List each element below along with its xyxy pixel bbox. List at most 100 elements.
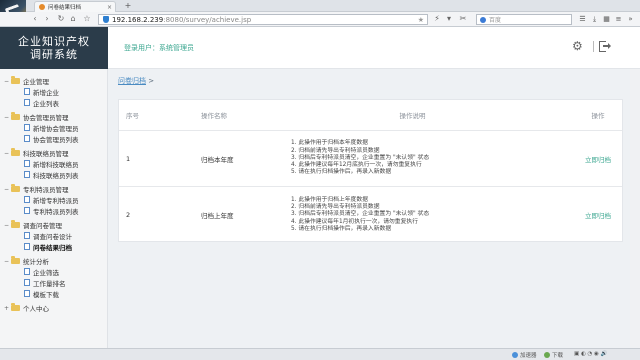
- sidebar-item-association-admin-list[interactable]: 协会管理员列表: [0, 133, 107, 144]
- download-icon[interactable]: ⤓: [590, 15, 599, 24]
- page-favicon-icon: [39, 4, 45, 10]
- search-input[interactable]: 百度: [476, 14, 572, 25]
- sidebar-item-enterprise-list[interactable]: 企业列表: [0, 97, 107, 108]
- header-no: 序号: [126, 112, 139, 120]
- sidebar-group-header[interactable]: − 科技联络员管理: [0, 148, 107, 158]
- page-icon: [24, 268, 30, 275]
- lightning-icon[interactable]: ⚡: [432, 14, 442, 24]
- page-icon: [24, 88, 30, 95]
- search-engine-icon: [480, 16, 486, 23]
- header-desc: 操作说明: [399, 112, 426, 120]
- page-icon: [24, 99, 30, 106]
- table-header: 序号 操作名称 操作说明 操作: [119, 100, 622, 131]
- desc-line: 1. 此操作用于归档本年度数据: [291, 140, 368, 147]
- breadcrumb-link-archive[interactable]: 问卷归档: [118, 77, 146, 85]
- desc-line: 5. 请在执行归档操作后，再录入新数据: [291, 169, 392, 176]
- row-desc: 1. 此操作用于归档上年度数据 2. 归档前请先导出专利特派员数据 3. 归档后…: [271, 197, 574, 233]
- folder-icon: [11, 256, 20, 264]
- sidebar-item-patent-commissioner-list[interactable]: 专利特派员列表: [0, 205, 107, 216]
- sidebar-group-association: − 协会管理员管理 新增协会管理员 协会管理员列表: [0, 112, 107, 144]
- login-user-label: 登录用户：系统管理员: [124, 44, 194, 52]
- header-name: 操作名称: [201, 112, 227, 120]
- sidebar-group-header[interactable]: − 企业管理: [0, 76, 107, 86]
- desc-line: 3. 归档后专利特派员清空，企业重置为 "未认领" 状态: [291, 154, 430, 161]
- collapse-icon[interactable]: −: [4, 258, 9, 265]
- sidebar-item-survey-design[interactable]: 调查问卷设计: [0, 230, 107, 241]
- sidebar-item-liaison-list[interactable]: 科技联络员列表: [0, 169, 107, 180]
- desc-line: 4. 此操作建议每年1月初执行一次，请勿重复执行: [291, 218, 418, 225]
- dropdown-icon[interactable]: ▾: [444, 14, 454, 24]
- home-icon[interactable]: ⌂: [68, 14, 78, 24]
- app-brand: 企业知识产权 调研系统: [0, 27, 108, 69]
- reload-icon[interactable]: ↻: [56, 14, 66, 24]
- sidebar-group-header[interactable]: − 调查问卷管理: [0, 220, 107, 230]
- sidebar-item-new-association-admin[interactable]: 新增协会管理员: [0, 122, 107, 133]
- sidebar-group-header[interactable]: − 专利特派员管理: [0, 184, 107, 194]
- sidebar-group-statistics: − 统计分析 企业筛选 工作量排名 模板下载: [0, 256, 107, 299]
- cut-icon[interactable]: ✂: [458, 14, 468, 24]
- apps-icon[interactable]: ▦: [602, 15, 611, 24]
- search-placeholder: 百度: [489, 17, 502, 24]
- sidebar-group-liaison: − 科技联络员管理 新增科技联络员 科技联络员列表: [0, 148, 107, 180]
- menu-icon[interactable]: ☰: [578, 15, 587, 24]
- sidebar-item-survey-archive[interactable]: 问卷结果归档: [0, 241, 107, 252]
- desc-line: 3. 归档后专利特派员清空，企业重置为 "未认领" 状态: [291, 211, 430, 218]
- settings-menu-icon[interactable]: ≡: [614, 15, 623, 24]
- sidebar-item-new-patent-commissioner[interactable]: 新增专利特派员: [0, 194, 107, 205]
- page-icon: [24, 207, 30, 214]
- download-item[interactable]: 下载: [544, 351, 563, 359]
- sidebar-item-enterprise-filter[interactable]: 企业筛选: [0, 266, 107, 277]
- collapse-icon[interactable]: −: [4, 114, 9, 121]
- accelerator-item[interactable]: 加速器: [512, 351, 537, 359]
- url-text[interactable]: 192.168.2.239:8080/survey/achieve.jsp: [112, 16, 415, 24]
- back-icon[interactable]: ‹: [30, 14, 40, 24]
- sidebar-group-header[interactable]: − 统计分析: [0, 256, 107, 266]
- table-row: 1 归档本年度 1. 此操作用于归档本年度数据 2. 归档前请先导出专利特派员数…: [119, 131, 622, 187]
- page-icon: [24, 196, 30, 203]
- folder-icon: [11, 303, 20, 311]
- sidebar-item-template-download[interactable]: 模板下载: [0, 288, 107, 299]
- row-desc: 1. 此操作用于归档本年度数据 2. 归档前请先导出专利特派员数据 3. 归档后…: [271, 140, 574, 176]
- expand-icon[interactable]: +: [4, 305, 9, 312]
- bookmark-icon[interactable]: ★: [418, 16, 427, 24]
- page-scrollbar[interactable]: [630, 69, 640, 348]
- sidebar-group-header[interactable]: − 协会管理员管理: [0, 112, 107, 122]
- browser-statusbar: 加速器 下载 ▣ ◐ ◔ ◉ 🔊: [0, 348, 640, 360]
- browser-tabbar: 问卷结果归档 × +: [0, 0, 640, 12]
- archive-now-button[interactable]: 立即归档: [585, 212, 611, 220]
- page-icon: [24, 279, 30, 286]
- collapse-icon[interactable]: −: [4, 150, 9, 157]
- page-icon: [24, 160, 30, 167]
- folder-icon: [11, 220, 20, 228]
- sidebar: − 企业管理 新增企业 企业列表 − 协会管理员管理 新增协会管理员 协会管理员列表…: [0, 69, 108, 348]
- page-icon: [24, 243, 30, 250]
- close-tab-icon[interactable]: ×: [107, 4, 115, 11]
- security-shield-icon: [103, 16, 109, 23]
- sidebar-group-patent-commissioner: − 专利特派员管理 新增专利特派员 专利特派员列表: [0, 184, 107, 216]
- gear-icon[interactable]: ⚙: [572, 40, 584, 52]
- sidebar-item-new-liaison[interactable]: 新增科技联络员: [0, 158, 107, 169]
- row-name: 归档本年度: [201, 155, 234, 164]
- folder-icon: [11, 184, 20, 192]
- page-icon: [24, 290, 30, 297]
- new-tab-button[interactable]: +: [122, 2, 134, 11]
- collapse-icon[interactable]: −: [4, 78, 9, 85]
- collapse-icon[interactable]: −: [4, 222, 9, 229]
- sidebar-item-workload-ranking[interactable]: 工作量排名: [0, 277, 107, 288]
- app-header: 登录用户：系统管理员 ⚙: [108, 27, 640, 69]
- browser-tab[interactable]: 问卷结果归档 ×: [34, 1, 116, 12]
- logout-icon[interactable]: [599, 41, 611, 52]
- browser-toolbar: ‹ › ↻ ⌂ ☆ 192.168.2.239:8080/survey/achi…: [0, 12, 640, 27]
- collapse-icon[interactable]: −: [4, 186, 9, 193]
- more-icon[interactable]: »: [626, 15, 635, 24]
- archive-now-button[interactable]: 立即归档: [585, 156, 611, 164]
- star-icon[interactable]: ☆: [82, 14, 92, 24]
- row-name: 归档上年度: [201, 212, 234, 220]
- row-op: 立即归档: [574, 210, 622, 220]
- address-bar[interactable]: 192.168.2.239:8080/survey/achieve.jsp ★: [98, 14, 428, 25]
- forward-icon[interactable]: ›: [42, 14, 52, 24]
- sidebar-group-header[interactable]: + 个人中心: [0, 303, 107, 313]
- status-tools[interactable]: ▣ ◐ ◔ ◉ 🔊: [574, 351, 607, 357]
- sidebar-group-enterprise: − 企业管理 新增企业 企业列表: [0, 76, 107, 108]
- sidebar-item-new-enterprise[interactable]: 新增企业: [0, 86, 107, 97]
